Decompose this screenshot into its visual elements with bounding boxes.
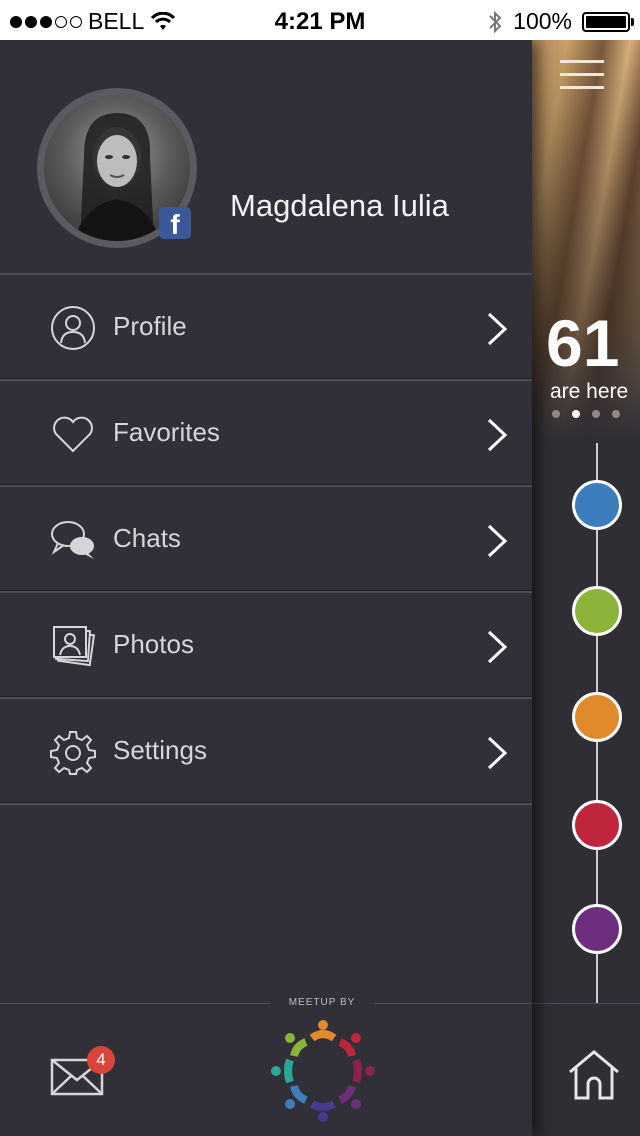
hamburger-menu-icon[interactable] — [560, 60, 604, 92]
menu-item-chats[interactable]: Chats — [0, 487, 532, 593]
menu-label: Favorites — [113, 417, 220, 447]
people-count: 61 — [546, 306, 620, 380]
gear-icon — [50, 731, 96, 775]
battery-icon — [582, 11, 634, 32]
chevron-right-icon — [487, 524, 508, 558]
category-dot-orange[interactable] — [572, 692, 622, 742]
chevron-right-icon — [487, 630, 508, 664]
screen: BELL 4:21 PM 100% 61 are here f Magdalen… — [0, 0, 640, 1136]
category-dot-green[interactable] — [572, 586, 622, 636]
chat-bubbles-icon — [51, 521, 94, 559]
user-name: Magdalena Iulia — [230, 188, 449, 223]
status-right: 100% — [487, 8, 634, 35]
page-dot[interactable] — [552, 410, 560, 418]
menu-label: Settings — [113, 735, 207, 765]
page-dot[interactable] — [612, 410, 620, 418]
drawer-footer: MEETUP BY 4 — [0, 997, 532, 1136]
battery-percent: 100% — [513, 8, 572, 34]
chevron-right-icon — [487, 736, 508, 770]
photos-icon — [53, 626, 96, 667]
category-dot-red[interactable] — [572, 800, 622, 850]
menu-label: Photos — [113, 629, 194, 659]
page-indicator — [552, 410, 620, 418]
side-panel: 61 are here — [532, 40, 640, 1136]
status-bar: BELL 4:21 PM 100% — [0, 0, 640, 40]
menu-label: Chats — [113, 523, 181, 553]
navigation-drawer: f Magdalena Iulia Profile Favorites Chat… — [0, 40, 532, 1136]
category-dot-purple[interactable] — [572, 904, 622, 954]
menu-item-profile[interactable]: Profile — [0, 275, 532, 381]
bluetooth-icon — [489, 10, 502, 33]
chevron-right-icon — [487, 418, 508, 452]
category-dot-blue[interactable] — [572, 480, 622, 530]
meetup-logo-icon — [271, 1020, 375, 1122]
facebook-icon: f — [159, 207, 191, 240]
profile-icon — [51, 306, 95, 350]
brand-caption: MEETUP BY — [270, 997, 374, 1008]
menu-item-favorites[interactable]: Favorites — [0, 381, 532, 487]
profile-header: f Magdalena Iulia — [0, 40, 532, 275]
unread-badge: 4 — [87, 1046, 115, 1074]
home-icon[interactable] — [566, 1046, 622, 1102]
people-count-label: are here — [550, 380, 629, 403]
menu-item-settings[interactable]: Settings — [0, 699, 532, 805]
menu-item-photos[interactable]: Photos — [0, 593, 532, 699]
divider — [532, 1003, 640, 1004]
hero-image: 61 are here — [532, 40, 640, 443]
page-dot[interactable] — [592, 410, 600, 418]
menu-label: Profile — [113, 311, 187, 341]
chevron-right-icon — [487, 312, 508, 346]
heart-icon — [53, 416, 93, 453]
page-dot-active[interactable] — [572, 410, 580, 418]
